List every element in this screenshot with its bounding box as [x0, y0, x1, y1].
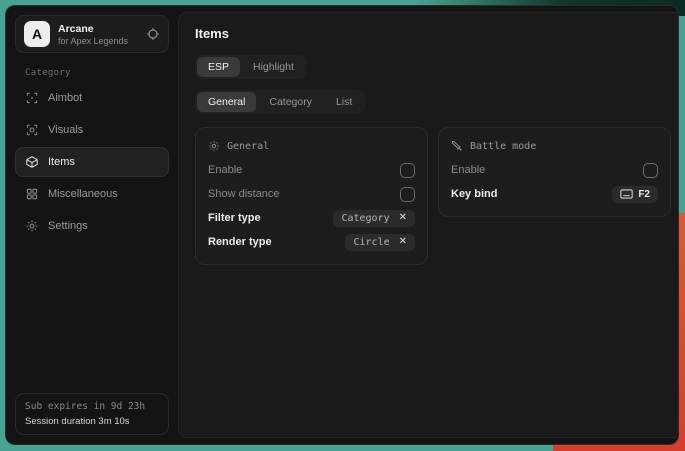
- card-battle-mode-header: Battle mode: [451, 137, 658, 155]
- clear-icon[interactable]: ✕: [399, 237, 407, 247]
- mode-tabs: ESP Highlight: [195, 55, 307, 79]
- selected-value: Circle: [353, 237, 389, 248]
- subscription-info-card: Sub expires in 9d 23h Session duration 3…: [15, 393, 169, 435]
- keybind-value: F2: [638, 189, 650, 200]
- tab-highlight[interactable]: Highlight: [242, 57, 305, 77]
- aimbot-crosshair-icon: [25, 91, 39, 105]
- setting-label: Enable: [208, 164, 242, 176]
- setting-row-filter-type: Filter type Category ✕: [208, 206, 415, 230]
- sidebar-item-label: Miscellaneous: [48, 188, 118, 200]
- tab-esp[interactable]: ESP: [197, 57, 240, 77]
- sword-icon: [451, 140, 463, 152]
- settings-gear-icon: [25, 219, 39, 233]
- page-title: Items: [195, 26, 671, 41]
- setting-row-key-bind: Key bind F2: [451, 182, 658, 206]
- sidebar-item-items[interactable]: Items: [15, 147, 169, 177]
- tab-list[interactable]: List: [325, 92, 363, 112]
- battle-enable-checkbox[interactable]: [643, 163, 658, 178]
- app-meta: Arcane for Apex Legends: [58, 23, 128, 46]
- app-subtitle: for Apex Legends: [58, 36, 128, 46]
- sidebar-header-card: A Arcane for Apex Legends: [15, 15, 169, 53]
- session-duration-text: Session duration 3m 10s: [25, 416, 159, 427]
- sidebar: A Arcane for Apex Legends Category: [6, 6, 178, 444]
- render-type-select[interactable]: Circle ✕: [345, 234, 415, 251]
- sidebar-item-label: Settings: [48, 220, 88, 232]
- sidebar-item-settings[interactable]: Settings: [15, 211, 169, 241]
- card-general: General Enable Show distance Filter type…: [195, 127, 428, 265]
- visuals-focus-icon: [25, 123, 39, 137]
- setting-label: Key bind: [451, 188, 497, 200]
- sidebar-item-label: Items: [48, 156, 75, 168]
- card-title: Battle mode: [470, 141, 536, 152]
- show-distance-checkbox[interactable]: [400, 187, 415, 202]
- setting-label: Filter type: [208, 212, 261, 224]
- keyboard-icon: [620, 189, 633, 199]
- setting-row-enable: Enable: [451, 158, 658, 182]
- crosshair-icon[interactable]: [146, 27, 160, 41]
- clear-icon[interactable]: ✕: [399, 213, 407, 223]
- enable-checkbox[interactable]: [400, 163, 415, 178]
- setting-label: Show distance: [208, 188, 280, 200]
- main-panel: Items ESP Highlight General Category Lis…: [178, 12, 679, 438]
- sun-icon: [208, 140, 220, 152]
- items-package-icon: [25, 155, 39, 169]
- setting-row-show-distance: Show distance: [208, 182, 415, 206]
- sidebar-item-label: Aimbot: [48, 92, 82, 104]
- tab-general[interactable]: General: [197, 92, 256, 112]
- app-title: Arcane: [58, 23, 128, 35]
- sidebar-item-visuals[interactable]: Visuals: [15, 115, 169, 145]
- sidebar-item-miscellaneous[interactable]: Miscellaneous: [15, 179, 169, 209]
- miscellaneous-grid-icon: [25, 187, 39, 201]
- setting-label: Render type: [208, 236, 272, 248]
- setting-label: Enable: [451, 164, 485, 176]
- card-title: General: [227, 141, 269, 152]
- selected-value: Category: [341, 213, 389, 224]
- settings-cards: General Enable Show distance Filter type…: [195, 127, 671, 265]
- sidebar-nav: Aimbot Visuals Items: [15, 83, 169, 241]
- filter-type-select[interactable]: Category ✕: [333, 210, 415, 227]
- tab-category[interactable]: Category: [258, 92, 323, 112]
- sidebar-item-label: Visuals: [48, 124, 83, 136]
- sidebar-item-aimbot[interactable]: Aimbot: [15, 83, 169, 113]
- setting-row-render-type: Render type Circle ✕: [208, 230, 415, 254]
- setting-row-enable: Enable: [208, 158, 415, 182]
- sidebar-category-label: Category: [25, 68, 169, 78]
- app-logo: A: [24, 21, 50, 47]
- card-general-header: General: [208, 137, 415, 155]
- card-battle-mode: Battle mode Enable Key bind: [438, 127, 671, 217]
- app-window: A Arcane for Apex Legends Category: [5, 5, 679, 445]
- sub-expires-text: Sub expires in 9d 23h: [25, 401, 159, 412]
- keybind-button[interactable]: F2: [612, 186, 658, 203]
- sub-tabs: General Category List: [195, 90, 365, 114]
